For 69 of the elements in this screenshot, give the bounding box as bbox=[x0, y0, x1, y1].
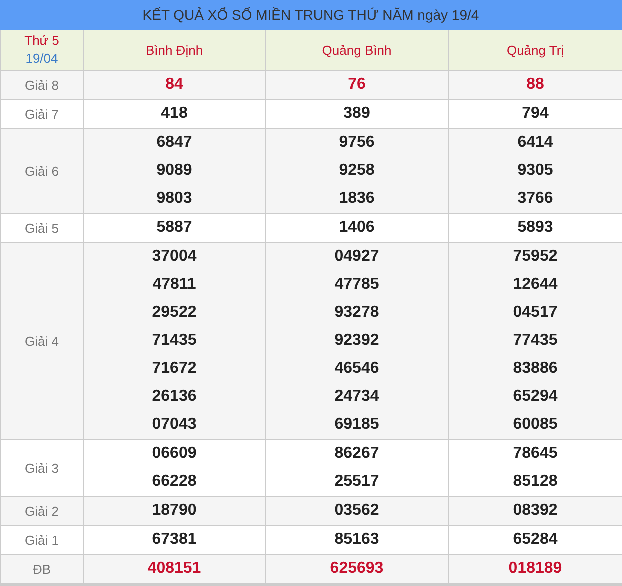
winning-number: 3766 bbox=[518, 189, 554, 209]
winning-number: 85128 bbox=[513, 472, 558, 492]
winning-number: 69185 bbox=[334, 415, 380, 435]
winning-number: 06609 bbox=[152, 444, 197, 464]
prize-label: Giải 4 bbox=[25, 334, 59, 348]
winning-number: 9305 bbox=[518, 161, 554, 181]
winning-number: 26136 bbox=[152, 387, 197, 407]
winning-number: 9089 bbox=[156, 161, 192, 181]
province-header: Quảng Trị bbox=[449, 30, 622, 71]
winning-number: 71672 bbox=[152, 359, 197, 379]
winning-number: 93278 bbox=[334, 303, 380, 323]
prize-label: ĐB bbox=[32, 562, 52, 576]
winning-number: 25517 bbox=[334, 472, 380, 492]
winning-number: 76 bbox=[348, 75, 366, 95]
winning-number: 6414 bbox=[518, 133, 554, 153]
winning-number: 389 bbox=[344, 104, 370, 124]
winning-number: 85163 bbox=[334, 530, 380, 550]
winning-number: 60085 bbox=[513, 415, 558, 435]
prize-label: Giải 3 bbox=[25, 460, 59, 476]
winning-number: 83886 bbox=[513, 359, 558, 379]
winning-number: 65284 bbox=[513, 530, 558, 550]
winning-number: 47785 bbox=[334, 275, 380, 295]
winning-number: 07043 bbox=[152, 415, 197, 435]
weekday-label: Thứ 5 bbox=[24, 32, 60, 50]
prize-label: Giải 5 bbox=[25, 220, 59, 236]
prize-label: Giải 1 bbox=[25, 532, 59, 548]
winning-number: 47811 bbox=[152, 275, 196, 295]
winning-number: 9803 bbox=[156, 189, 192, 209]
prize-label: Giải 2 bbox=[25, 504, 59, 518]
winning-number: 408151 bbox=[148, 559, 202, 579]
winning-number: 5893 bbox=[518, 218, 554, 238]
winning-number: 08392 bbox=[513, 501, 558, 521]
winning-number: 77435 bbox=[513, 331, 558, 351]
winning-number: 12644 bbox=[513, 275, 558, 295]
winning-number: 1836 bbox=[339, 189, 375, 209]
winning-number: 04517 bbox=[513, 303, 558, 323]
winning-number: 1406 bbox=[339, 218, 375, 238]
winning-number: 5887 bbox=[156, 218, 192, 238]
results-title: KẾT QUẢ XỔ SỐ MIỀN TRUNG THỨ NĂM ngày 19/4 bbox=[0, 0, 622, 30]
winning-number: 18790 bbox=[152, 501, 197, 521]
winning-number: 88 bbox=[526, 75, 544, 95]
province-header: Quảng Bình bbox=[266, 30, 449, 71]
winning-number: 66228 bbox=[152, 472, 197, 492]
prize-label: Giải 6 bbox=[25, 164, 59, 178]
winning-number: 018189 bbox=[508, 559, 562, 579]
winning-number: 9756 bbox=[339, 133, 375, 153]
winning-number: 84 bbox=[166, 75, 184, 95]
winning-number: 418 bbox=[161, 104, 188, 124]
winning-number: 67381 bbox=[152, 530, 197, 550]
winning-number: 37004 bbox=[152, 247, 197, 267]
prize-label: Giải 8 bbox=[25, 78, 59, 92]
winning-number: 78645 bbox=[513, 444, 558, 464]
winning-number: 92392 bbox=[334, 331, 380, 351]
winning-number: 794 bbox=[522, 104, 549, 124]
winning-number: 86267 bbox=[334, 444, 380, 464]
winning-number: 24734 bbox=[334, 387, 380, 407]
province-header: Bình Định bbox=[84, 30, 266, 71]
winning-number: 71435 bbox=[152, 331, 197, 351]
winning-number: 04927 bbox=[334, 247, 380, 267]
winning-number: 9258 bbox=[339, 161, 375, 181]
date-label: 19/04 bbox=[26, 50, 58, 68]
winning-number: 75952 bbox=[513, 247, 558, 267]
prize-label: Giải 7 bbox=[25, 106, 59, 122]
winning-number: 65294 bbox=[513, 387, 558, 407]
winning-number: 625693 bbox=[330, 559, 384, 579]
winning-number: 6847 bbox=[156, 133, 192, 153]
winning-number: 46546 bbox=[334, 359, 380, 379]
winning-number: 03562 bbox=[334, 501, 380, 521]
winning-number: 29522 bbox=[152, 303, 197, 323]
